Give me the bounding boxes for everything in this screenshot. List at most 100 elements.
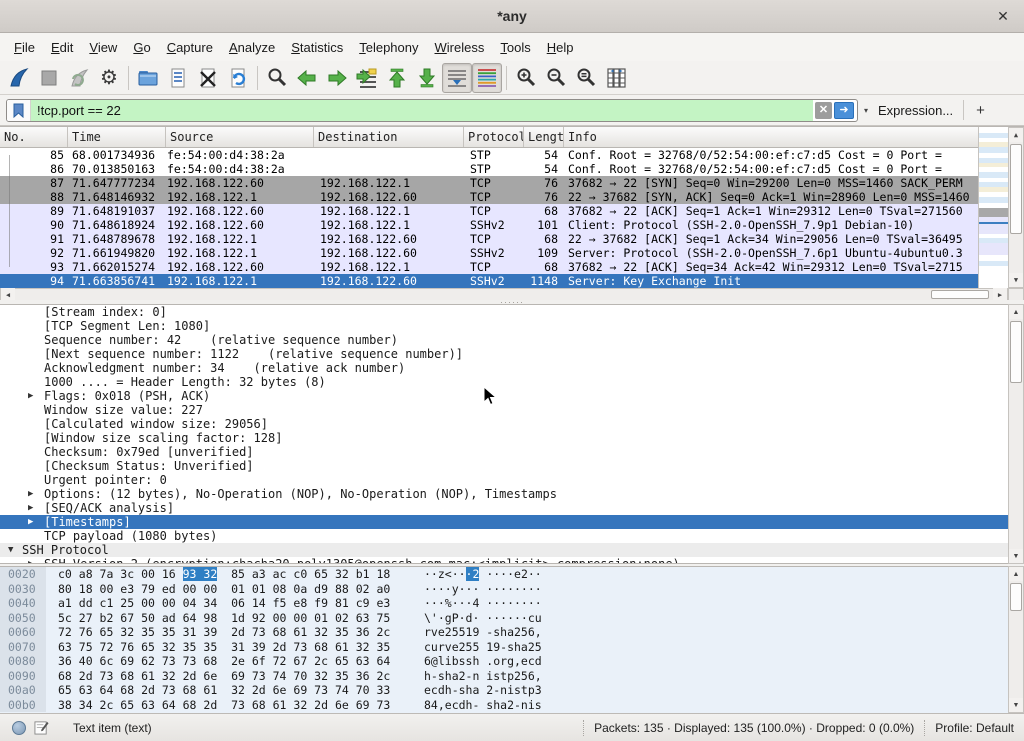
zoom-out-button[interactable]	[541, 63, 571, 93]
scroll-down-icon[interactable]: ▼	[1009, 698, 1023, 712]
column-header-info[interactable]: Info	[564, 127, 1008, 148]
scroll-down-icon[interactable]: ▼	[1009, 549, 1023, 563]
scroll-up-icon[interactable]: ▲	[1009, 567, 1023, 581]
reload-file-button[interactable]	[223, 63, 253, 93]
expand-icon[interactable]: ▶	[28, 487, 33, 501]
title-bar[interactable]: *any ✕	[0, 0, 1024, 33]
packet-row-89[interactable]: 8971.648191037192.168.122.60192.168.122.…	[0, 204, 1008, 218]
expression-button[interactable]: Expression...	[874, 103, 963, 118]
menu-item-view[interactable]: View	[81, 36, 125, 59]
packet-row-92[interactable]: 9271.661949820192.168.122.1192.168.122.6…	[0, 246, 1008, 260]
menu-item-telephony[interactable]: Telephony	[351, 36, 426, 59]
menu-item-go[interactable]: Go	[125, 36, 158, 59]
apply-filter-icon[interactable]: ➜	[834, 102, 854, 119]
detail-row[interactable]: [Next sequence number: 1122 (relative se…	[0, 347, 1008, 361]
menu-item-edit[interactable]: Edit	[43, 36, 81, 59]
hex-ascii[interactable]: curve255 19-sha25	[424, 640, 542, 655]
close-file-button[interactable]	[193, 63, 223, 93]
expand-icon[interactable]: ▶	[28, 557, 33, 564]
hex-ascii[interactable]: h-sha2-n istp256,	[424, 669, 542, 684]
go-back-button[interactable]	[292, 63, 322, 93]
menu-item-analyze[interactable]: Analyze	[221, 36, 283, 59]
detail-row[interactable]: Sequence number: 42 (relative sequence n…	[0, 333, 1008, 347]
start-capture-button[interactable]	[4, 63, 34, 93]
hex-bytes[interactable]: 5c 27 b2 67 50 ad 64 98 1d 92 00 00 01 0…	[58, 611, 390, 626]
filter-bookmark-button[interactable]	[7, 100, 31, 121]
hex-bytes[interactable]: 38 34 2c 65 63 64 68 2d 73 68 61 32 2d 6…	[58, 698, 390, 713]
detail-row[interactable]: [TCP Segment Len: 1080]	[0, 319, 1008, 333]
details-vscrollbar[interactable]: ▲ ▼	[1008, 304, 1024, 564]
detail-row[interactable]: [Stream index: 0]	[0, 305, 1008, 319]
packet-row-93[interactable]: 9371.662015274192.168.122.60192.168.122.…	[0, 260, 1008, 274]
column-header-destination[interactable]: Destination	[314, 127, 464, 148]
packet-minimap-scrollbar[interactable]	[978, 127, 1008, 288]
detail-row[interactable]: 1000 .... = Header Length: 32 bytes (8)	[0, 375, 1008, 389]
hex-row[interactable]: 003080 18 00 e3 79 ed 00 00 01 01 08 0a …	[0, 582, 1024, 597]
close-window-icon[interactable]: ✕	[994, 8, 1012, 26]
find-packet-button[interactable]	[262, 63, 292, 93]
hex-ascii[interactable]: 6@libssh .org,ecd	[424, 654, 542, 669]
packet-row-85[interactable]: 8568.001734936fe:54:00:d4:38:2aSTP54Conf…	[0, 148, 1008, 162]
restart-capture-button[interactable]	[64, 63, 94, 93]
save-file-button[interactable]	[163, 63, 193, 93]
go-forward-button[interactable]	[322, 63, 352, 93]
scroll-down-icon[interactable]: ▼	[1009, 273, 1023, 287]
column-header-protocol[interactable]: Protocol	[464, 127, 524, 148]
capture-comment-icon[interactable]	[34, 720, 49, 735]
hex-ascii[interactable]: \'·gP·d· ······cu	[424, 611, 542, 626]
expert-info-icon[interactable]	[12, 721, 26, 735]
scrollbar-thumb[interactable]	[1010, 321, 1022, 383]
colorize-toggle[interactable]	[472, 63, 502, 93]
menu-item-capture[interactable]: Capture	[159, 36, 221, 59]
collapse-icon[interactable]: ▼	[8, 543, 13, 557]
detail-row[interactable]: Checksum: 0x79ed [unverified]	[0, 445, 1008, 459]
column-header-no[interactable]: No.	[0, 127, 68, 148]
capture-options-button[interactable]: ⚙	[94, 63, 124, 93]
column-header-source[interactable]: Source	[166, 127, 314, 148]
detail-row[interactable]: TCP payload (1080 bytes)	[0, 529, 1008, 543]
scrollbar-thumb[interactable]	[1010, 144, 1022, 234]
open-file-button[interactable]	[133, 63, 163, 93]
detail-row[interactable]: Window size value: 227	[0, 403, 1008, 417]
detail-row[interactable]: Urgent pointer: 0	[0, 473, 1008, 487]
packet-row-87[interactable]: 8771.647777234192.168.122.60192.168.122.…	[0, 176, 1008, 190]
column-header-length[interactable]: Length	[524, 127, 564, 148]
detail-row[interactable]: [Window size scaling factor: 128]	[0, 431, 1008, 445]
hex-bytes[interactable]: 65 63 64 68 2d 73 68 61 32 2d 6e 69 73 7…	[58, 683, 390, 698]
menu-item-tools[interactable]: Tools	[492, 36, 538, 59]
zoom-reset-button[interactable]	[571, 63, 601, 93]
hex-bytes[interactable]: a1 dd c1 25 00 00 04 34 06 14 f5 e8 f9 8…	[58, 596, 390, 611]
detail-row[interactable]: [Calculated window size: 29056]	[0, 417, 1008, 431]
display-filter-input[interactable]	[31, 100, 813, 121]
packet-row-86[interactable]: 8670.013850163fe:54:00:d4:38:2aSTP54Conf…	[0, 162, 1008, 176]
hex-row[interactable]: 008036 40 6c 69 62 73 73 68 2e 6f 72 67 …	[0, 654, 1024, 669]
detail-row[interactable]: ▶Options: (12 bytes), No-Operation (NOP)…	[0, 487, 1008, 501]
packet-row-94[interactable]: 9471.663856741192.168.122.1192.168.122.6…	[0, 274, 1008, 288]
packet-list-vscrollbar[interactable]: ▲ ▼	[1008, 127, 1024, 288]
hex-ascii[interactable]: ···%···4 ········	[424, 596, 542, 611]
detail-row[interactable]: Acknowledgment number: 34 (relative ack …	[0, 361, 1008, 375]
detail-row[interactable]: ▼SSH Protocol	[0, 543, 1008, 557]
clear-filter-icon[interactable]: ✕	[815, 102, 832, 119]
hex-ascii[interactable]: 84,ecdh- sha2-nis	[424, 698, 542, 713]
packet-row-90[interactable]: 9071.648618924192.168.122.60192.168.122.…	[0, 218, 1008, 232]
hex-row[interactable]: 0040a1 dd c1 25 00 00 04 34 06 14 f5 e8 …	[0, 596, 1024, 611]
status-profile[interactable]: Profile: Default	[935, 721, 1014, 735]
menu-item-file[interactable]: File	[6, 36, 43, 59]
packet-row-91[interactable]: 9171.648789678192.168.122.1192.168.122.6…	[0, 232, 1008, 246]
hex-bytes[interactable]: 36 40 6c 69 62 73 73 68 2e 6f 72 67 2c 6…	[58, 654, 390, 669]
hex-ascii[interactable]: ··z<···2 ····e2··	[424, 567, 542, 582]
hex-row[interactable]: 00a065 63 64 68 2d 73 68 61 32 2d 6e 69 …	[0, 683, 1024, 698]
hex-ascii[interactable]: ····y··· ········	[424, 582, 542, 597]
expand-icon[interactable]: ▶	[28, 389, 33, 403]
hex-bytes[interactable]: 80 18 00 e3 79 ed 00 00 01 01 08 0a d9 8…	[58, 582, 390, 597]
detail-row[interactable]: ▶SSH Version 2 (encryption:chacha20-poly…	[0, 557, 1008, 564]
menu-item-wireless[interactable]: Wireless	[427, 36, 493, 59]
hex-row[interactable]: 009068 2d 73 68 61 32 2d 6e 69 73 74 70 …	[0, 669, 1024, 684]
column-header-time[interactable]: Time	[68, 127, 166, 148]
detail-row[interactable]: ▶[Timestamps]	[0, 515, 1008, 529]
scroll-up-icon[interactable]: ▲	[1009, 305, 1023, 319]
go-to-packet-button[interactable]	[352, 63, 382, 93]
hex-row[interactable]: 00505c 27 b2 67 50 ad 64 98 1d 92 00 00 …	[0, 611, 1024, 626]
hex-row[interactable]: 006072 76 65 32 35 35 31 39 2d 73 68 61 …	[0, 625, 1024, 640]
